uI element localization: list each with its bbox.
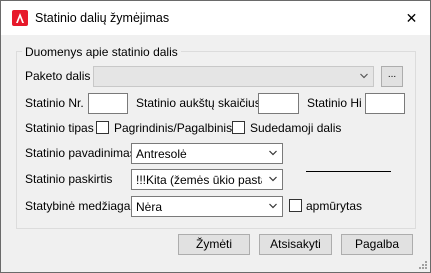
cancel-button[interactable]: Atsisakyti [259,234,332,255]
building-name-label: Statinio pavadinimas [25,146,136,160]
building-nr-label: Statinio Nr. [25,96,84,110]
bricked-checkbox[interactable] [289,199,302,212]
floors-count-input[interactable] [258,93,299,114]
dialog-window: Statinio dalių žymėjimas ✕ Duomenys apie… [0,0,431,273]
chevron-down-icon [269,176,277,182]
building-type-label: Statinio tipas [25,121,94,135]
building-name-value: Antresolė [136,147,187,161]
main-auxiliary-checkbox[interactable] [96,121,109,134]
component-part-checkbox[interactable] [232,121,245,134]
building-purpose-value: !!!Kita (žemės ūkio pastatui [136,173,262,187]
close-icon: ✕ [405,10,418,26]
package-part-label: Paketo dalis [25,69,91,83]
separator-line [306,171,391,172]
window-title: Statinio dalių žymėjimas [35,11,170,25]
material-label: Statybinė medžiaga [25,199,131,213]
group-legend: Duomenys apie statinio dalis [22,45,181,59]
help-button[interactable]: Pagalba [341,234,413,255]
component-part-label: Sudedamoji dalis [250,121,342,135]
autocad-a-icon [12,10,28,26]
building-purpose-label: Statinio paskirtis [25,172,113,186]
browse-button[interactable]: ... [381,66,403,87]
building-name-dropdown[interactable]: Antresolė [131,143,283,164]
floors-count-label: Statinio aukštų skaičius [136,96,261,110]
mark-button[interactable]: Žymėti [178,234,250,255]
chevron-down-icon [269,150,277,156]
building-hi-input[interactable] [365,93,405,114]
building-hi-label: Statinio Hi [307,96,362,110]
material-dropdown[interactable]: Nėra [131,196,283,217]
chevron-down-icon [269,203,277,209]
close-button[interactable]: ✕ [393,1,430,35]
main-auxiliary-label: Pagrindinis/Pagalbinis [114,121,233,135]
chevron-down-icon [360,73,368,79]
package-part-dropdown[interactable] [93,66,374,87]
material-value: Nėra [136,200,163,214]
resize-grip-icon[interactable] [417,259,428,270]
building-nr-input[interactable] [88,93,128,114]
building-purpose-dropdown[interactable]: !!!Kita (žemės ūkio pastatui [131,169,283,190]
bricked-label: apmūrytas [306,199,363,213]
title-bar[interactable]: Statinio dalių žymėjimas ✕ [1,1,430,35]
